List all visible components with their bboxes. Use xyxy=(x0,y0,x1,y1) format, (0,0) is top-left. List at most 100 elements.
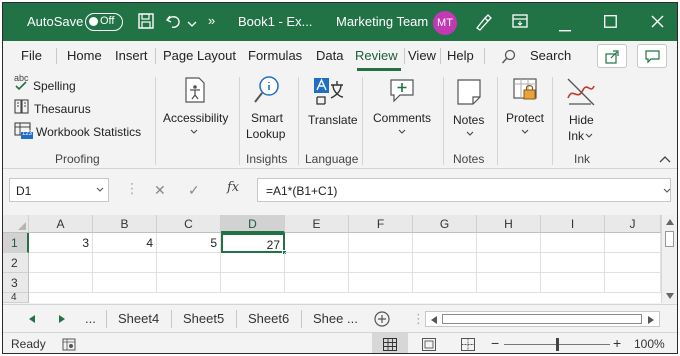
grid-cell[interactable] xyxy=(541,253,605,273)
column-header[interactable]: A xyxy=(29,215,93,233)
column-header[interactable]: J xyxy=(605,215,661,233)
formula-input[interactable]: =A1*(B1+C1) xyxy=(257,178,671,202)
grid-cell[interactable] xyxy=(605,233,661,253)
cancel-icon[interactable]: ✕ xyxy=(154,182,166,199)
grid-cell[interactable] xyxy=(349,273,413,293)
search-icon[interactable] xyxy=(501,49,517,68)
overflow-chevron[interactable]: » xyxy=(208,13,215,28)
scrollbar-thumb[interactable] xyxy=(665,231,674,247)
cell-a1[interactable]: 3 xyxy=(29,233,93,253)
grid-cell[interactable] xyxy=(221,253,285,273)
ribbon-display-icon[interactable] xyxy=(511,12,529,33)
zoom-level[interactable]: 100% xyxy=(634,337,665,351)
grid-cell[interactable] xyxy=(605,253,661,273)
name-box[interactable]: D1 xyxy=(9,178,109,202)
page-break-view-icon[interactable] xyxy=(461,338,475,351)
row-header[interactable]: 3 xyxy=(3,273,29,293)
avatar[interactable]: MT xyxy=(433,11,457,35)
tab-data[interactable]: Data xyxy=(316,48,343,63)
drag-handle-icon[interactable]: ⋮ xyxy=(125,180,139,197)
enter-icon[interactable]: ✓ xyxy=(188,182,200,199)
more-sheets-left[interactable]: ... xyxy=(85,311,96,326)
grid-cell[interactable] xyxy=(157,253,221,273)
row-header[interactable]: 2 xyxy=(3,253,29,273)
page-layout-view-icon[interactable] xyxy=(422,338,436,351)
normal-view-button[interactable] xyxy=(372,333,408,353)
scrollbar-thumb[interactable] xyxy=(442,314,642,324)
column-header[interactable]: B xyxy=(93,215,157,233)
scroll-down-icon[interactable] xyxy=(666,293,674,299)
expand-formula-bar-icon[interactable] xyxy=(663,188,671,194)
grid-cell[interactable] xyxy=(221,273,285,293)
insert-function-icon[interactable]: fx xyxy=(227,180,239,195)
chevron-down-icon[interactable] xyxy=(187,17,197,31)
grid-cell[interactable] xyxy=(93,273,157,293)
previous-sheet-icon[interactable] xyxy=(29,315,35,323)
next-sheet-icon[interactable] xyxy=(59,315,65,323)
tab-page-layout[interactable]: Page Layout xyxy=(163,48,236,63)
undo-icon[interactable] xyxy=(165,12,185,33)
tab-view[interactable]: View xyxy=(408,48,436,63)
grid-cell[interactable] xyxy=(413,253,477,273)
grid-cell[interactable] xyxy=(157,273,221,293)
grid-cell[interactable] xyxy=(349,253,413,273)
select-all-corner[interactable] xyxy=(3,215,29,233)
pen-icon[interactable] xyxy=(473,12,493,35)
grid-cell[interactable] xyxy=(541,233,605,253)
column-header[interactable]: D xyxy=(221,215,285,233)
close-icon[interactable] xyxy=(651,15,664,31)
grid-cell[interactable] xyxy=(413,233,477,253)
row-header[interactable]: 1 xyxy=(3,233,29,253)
column-header[interactable]: C xyxy=(157,215,221,233)
grid-cell[interactable] xyxy=(477,273,541,293)
grid-cell[interactable] xyxy=(285,233,349,253)
grid-cell[interactable] xyxy=(349,233,413,253)
sheet-tab[interactable]: Sheet4 xyxy=(118,311,159,326)
maximize-icon[interactable] xyxy=(604,15,617,31)
sheet-tab[interactable]: Sheet5 xyxy=(183,311,224,326)
add-sheet-icon[interactable] xyxy=(373,310,391,328)
grid-cell[interactable] xyxy=(285,253,349,273)
grid-cell[interactable] xyxy=(413,273,477,293)
tab-file[interactable]: File xyxy=(21,48,42,63)
sheet-tab[interactable]: Shee xyxy=(313,311,343,326)
grid-cell[interactable] xyxy=(29,273,93,293)
share-button[interactable] xyxy=(597,44,627,68)
sheet-tab[interactable]: Sheet6 xyxy=(248,311,289,326)
zoom-slider-thumb[interactable] xyxy=(556,338,559,351)
cell-b1[interactable]: 4 xyxy=(93,233,157,253)
tab-split-handle-icon[interactable]: ⋮ xyxy=(412,311,425,327)
column-header[interactable]: H xyxy=(477,215,541,233)
grid-cell[interactable] xyxy=(541,273,605,293)
save-icon[interactable] xyxy=(137,12,155,33)
vertical-scrollbar[interactable] xyxy=(661,215,677,303)
comments-button[interactable] xyxy=(637,44,667,68)
file-name[interactable]: Book1 - Ex... xyxy=(238,14,312,29)
grid-cell[interactable] xyxy=(285,273,349,293)
scroll-right-icon[interactable] xyxy=(648,316,654,324)
column-header[interactable]: F xyxy=(349,215,413,233)
column-header[interactable]: G xyxy=(413,215,477,233)
tab-insert[interactable]: Insert xyxy=(115,48,148,63)
scroll-left-icon[interactable] xyxy=(431,316,437,324)
grid-cell[interactable] xyxy=(93,253,157,273)
column-header[interactable]: I xyxy=(541,215,605,233)
grid-cell[interactable] xyxy=(29,253,93,273)
cell-d1[interactable]: 27 xyxy=(221,233,285,253)
tab-review[interactable]: Review xyxy=(355,48,398,63)
autosave-toggle[interactable]: Off xyxy=(85,13,123,31)
tab-formulas[interactable]: Formulas xyxy=(248,48,302,63)
cell-c1[interactable]: 5 xyxy=(157,233,221,253)
minimize-icon[interactable] xyxy=(559,21,571,35)
grid-cell[interactable] xyxy=(477,253,541,273)
zoom-in-button[interactable]: + xyxy=(613,335,621,351)
column-header[interactable]: E xyxy=(285,215,349,233)
macro-recording-icon[interactable] xyxy=(62,338,76,351)
more-sheets-right[interactable]: ... xyxy=(347,311,358,326)
grid-cell[interactable] xyxy=(477,233,541,253)
tab-help[interactable]: Help xyxy=(447,48,474,63)
tab-home[interactable]: Home xyxy=(67,48,102,63)
horizontal-scrollbar[interactable] xyxy=(425,311,660,327)
grid-cell[interactable] xyxy=(605,273,661,293)
scroll-up-icon[interactable] xyxy=(666,219,674,225)
